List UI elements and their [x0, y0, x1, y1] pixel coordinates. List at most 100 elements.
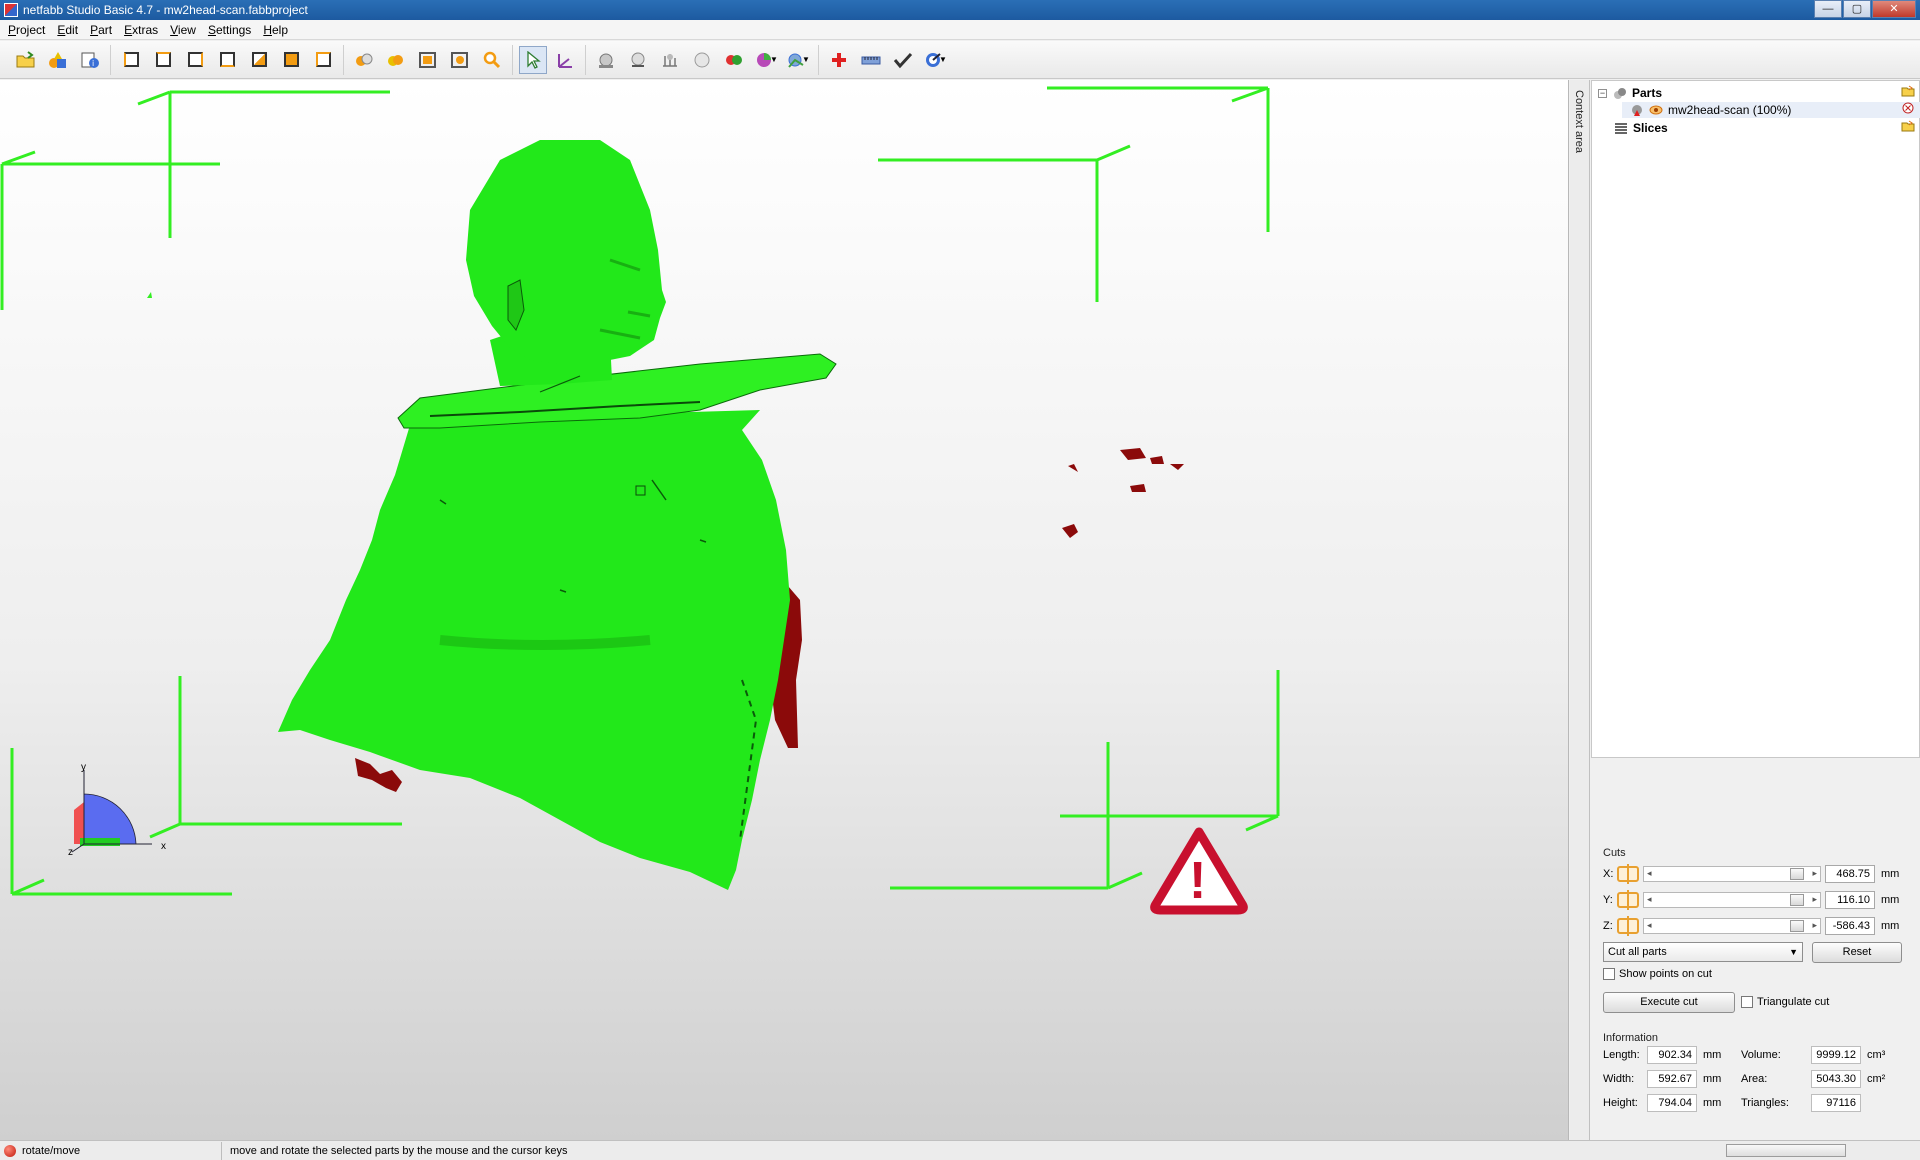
- zoom-part-icon[interactable]: [446, 46, 474, 74]
- slices-icon: [1614, 121, 1628, 135]
- view-right-icon[interactable]: [213, 46, 241, 74]
- triangulate-cut-checkbox-box[interactable]: [1741, 996, 1753, 1008]
- render-shade-icon[interactable]: [624, 46, 652, 74]
- cuts-label: Cuts: [1603, 847, 1626, 859]
- menu-help[interactable]: Help: [259, 23, 292, 37]
- menu-part[interactable]: Part: [86, 23, 116, 37]
- show-points-checkbox[interactable]: Show points on cut: [1603, 968, 1712, 980]
- render-pie-icon[interactable]: ▼: [752, 46, 780, 74]
- ruler-icon[interactable]: [857, 46, 885, 74]
- parts-icon: [1613, 86, 1627, 100]
- menu-view[interactable]: View: [166, 23, 200, 37]
- view-left-icon[interactable]: [181, 46, 209, 74]
- cut-row-z: Z: ◂ ▸ -586.43 mm: [1603, 916, 1899, 936]
- warning-icon[interactable]: !: [1150, 827, 1248, 915]
- reset-button[interactable]: Reset: [1812, 942, 1902, 963]
- information-label: Information: [1603, 1032, 1659, 1044]
- cut-z-value[interactable]: -586.43: [1825, 917, 1875, 935]
- tree-node-parts[interactable]: − Parts: [1598, 84, 1662, 102]
- tree-node-part[interactable]: mw2head-scan (100%): [1630, 101, 1791, 119]
- main-toolbar: i ▼ ▼ ▼: [0, 41, 1920, 79]
- zoom-selected-icon[interactable]: [382, 46, 410, 74]
- slider-thumb[interactable]: [1790, 868, 1804, 880]
- maximize-button[interactable]: ▢: [1843, 0, 1871, 18]
- arrow-left-icon[interactable]: ◂: [1647, 920, 1652, 931]
- menu-bar: Project Edit Part Extras View Settings H…: [0, 20, 1920, 40]
- slider-thumb[interactable]: [1790, 920, 1804, 932]
- open-folder-icon[interactable]: [12, 46, 40, 74]
- cut-x-handle-icon[interactable]: [1617, 864, 1639, 884]
- netfabb-app-icon[interactable]: [4, 3, 18, 17]
- show-points-checkbox-box[interactable]: [1603, 968, 1615, 980]
- execute-cut-button[interactable]: Execute cut: [1603, 992, 1735, 1013]
- arrow-right-icon[interactable]: ▸: [1812, 920, 1817, 931]
- menu-settings[interactable]: Settings: [204, 23, 255, 37]
- area-label: Area:: [1741, 1073, 1768, 1085]
- triangulate-cut-label: Triangulate cut: [1757, 996, 1830, 1008]
- repair-icon[interactable]: [825, 46, 853, 74]
- menu-edit[interactable]: Edit: [53, 23, 82, 37]
- menu-project[interactable]: Project: [4, 23, 49, 37]
- cut-z-handle-icon[interactable]: [1617, 916, 1639, 936]
- chevron-down-icon[interactable]: ▼: [939, 55, 947, 64]
- shield-icon[interactable]: ▼: [921, 46, 949, 74]
- view-iso-icon[interactable]: [309, 46, 337, 74]
- area-value: 5043.30: [1811, 1070, 1861, 1088]
- cut-x-slider[interactable]: ◂ ▸: [1643, 866, 1821, 882]
- info-length-row: Length: 902.34 mm: [1603, 1046, 1721, 1064]
- cut-y-value[interactable]: 116.10: [1825, 891, 1875, 909]
- slices-label: Slices: [1633, 121, 1668, 135]
- scanned-model: [278, 140, 837, 890]
- zoom-all-icon[interactable]: [350, 46, 378, 74]
- view-front-icon[interactable]: [117, 46, 145, 74]
- arrow-right-icon[interactable]: ▸: [1812, 868, 1817, 879]
- cut-y-unit: mm: [1881, 894, 1900, 906]
- measure-icon[interactable]: ▼: [784, 46, 812, 74]
- eye-icon[interactable]: [1649, 103, 1663, 117]
- close-button[interactable]: ✕: [1872, 0, 1916, 18]
- chevron-down-icon[interactable]: ▼: [802, 55, 810, 64]
- info-volume-row: Volume: 9999.12 cm³: [1741, 1046, 1885, 1064]
- cut-mode-select[interactable]: Cut all parts ▼: [1603, 942, 1803, 962]
- render-color-icon[interactable]: [720, 46, 748, 74]
- slider-thumb[interactable]: [1790, 894, 1804, 906]
- chevron-down-icon: ▼: [1789, 947, 1798, 957]
- triangulate-cut-checkbox[interactable]: Triangulate cut: [1741, 996, 1829, 1008]
- info-width-row: Width: 592.67 mm: [1603, 1070, 1721, 1088]
- menu-extras[interactable]: Extras: [120, 23, 162, 37]
- arrow-right-icon[interactable]: ▸: [1812, 894, 1817, 905]
- cut-y-handle-icon[interactable]: [1617, 890, 1639, 910]
- part-info-icon[interactable]: i: [76, 46, 104, 74]
- cut-x-value[interactable]: 468.75: [1825, 865, 1875, 883]
- select-icon[interactable]: [519, 45, 547, 74]
- check-icon[interactable]: [889, 46, 917, 74]
- render-wire-icon[interactable]: [656, 46, 684, 74]
- render-smooth-icon[interactable]: [688, 46, 716, 74]
- view-top-icon[interactable]: [245, 46, 273, 74]
- chevron-down-icon[interactable]: ▼: [770, 55, 778, 64]
- cut-row-y: Y: ◂ ▸ 116.10 mm: [1603, 890, 1899, 910]
- parts-folder-icon[interactable]: [1901, 85, 1915, 99]
- parts-tree: − Parts mw2head-scan (100%) Slices: [1591, 80, 1920, 758]
- viewport-scene: y x z !: [0, 86, 1280, 915]
- tree-node-slices[interactable]: Slices: [1614, 119, 1668, 137]
- cut-z-slider[interactable]: ◂ ▸: [1643, 918, 1821, 934]
- 3d-viewport[interactable]: y x z !: [0, 80, 1569, 1140]
- render-sphere-icon[interactable]: [592, 46, 620, 74]
- view-back-icon[interactable]: [149, 46, 177, 74]
- collapse-icon[interactable]: −: [1598, 88, 1607, 98]
- zoom-icon[interactable]: [478, 46, 506, 74]
- toolbar-group-repair: ▼: [818, 44, 955, 75]
- context-area-tab[interactable]: Context area: [1570, 80, 1590, 1140]
- arrow-left-icon[interactable]: ◂: [1647, 894, 1652, 905]
- arrow-left-icon[interactable]: ◂: [1647, 868, 1652, 879]
- zoom-window-icon[interactable]: [414, 46, 442, 74]
- cut-y-slider[interactable]: ◂ ▸: [1643, 892, 1821, 908]
- add-part-icon[interactable]: [44, 46, 72, 74]
- view-bottom-icon[interactable]: [277, 46, 305, 74]
- remove-part-icon[interactable]: [1901, 102, 1915, 116]
- coordinate-icon[interactable]: [551, 46, 579, 74]
- height-unit: mm: [1703, 1097, 1722, 1109]
- minimize-button[interactable]: —: [1814, 0, 1842, 18]
- slices-folder-icon[interactable]: [1901, 120, 1915, 134]
